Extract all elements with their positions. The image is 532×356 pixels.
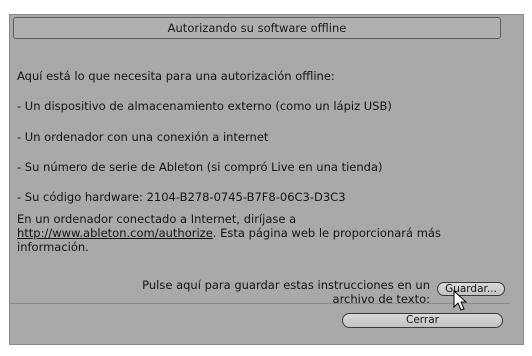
requirement-item: - Un ordenador con una conexión a intern… (17, 130, 269, 144)
requirement-item: - Su número de serie de Ableton (si comp… (17, 160, 383, 174)
hardware-code-item: - Su código hardware: 2104-B278-0745-B7F… (17, 190, 346, 204)
intro-text: Aquí está lo que necesita para una autor… (17, 69, 335, 83)
instructions-text: En un ordenador conectado a Internet, di… (17, 212, 297, 226)
divider (10, 303, 510, 304)
authorize-link[interactable]: http://www.ableton.com/authorize (17, 226, 213, 240)
close-button[interactable]: Cerrar (342, 313, 503, 328)
requirement-item: - Un dispositivo de almacenamiento exter… (17, 99, 392, 113)
mouse-pointer-icon (453, 290, 468, 311)
dialog-title: Autorizando su software offline (13, 17, 501, 39)
save-button[interactable]: Guardar... (437, 282, 505, 296)
screenshot-frame: Autorizando su software offline Aquí est… (0, 0, 532, 356)
save-instructions-label: Pulse aquí para guardar estas instruccio… (142, 278, 430, 306)
instructions-paragraph: En un ordenador conectado a Internet, di… (17, 212, 502, 254)
